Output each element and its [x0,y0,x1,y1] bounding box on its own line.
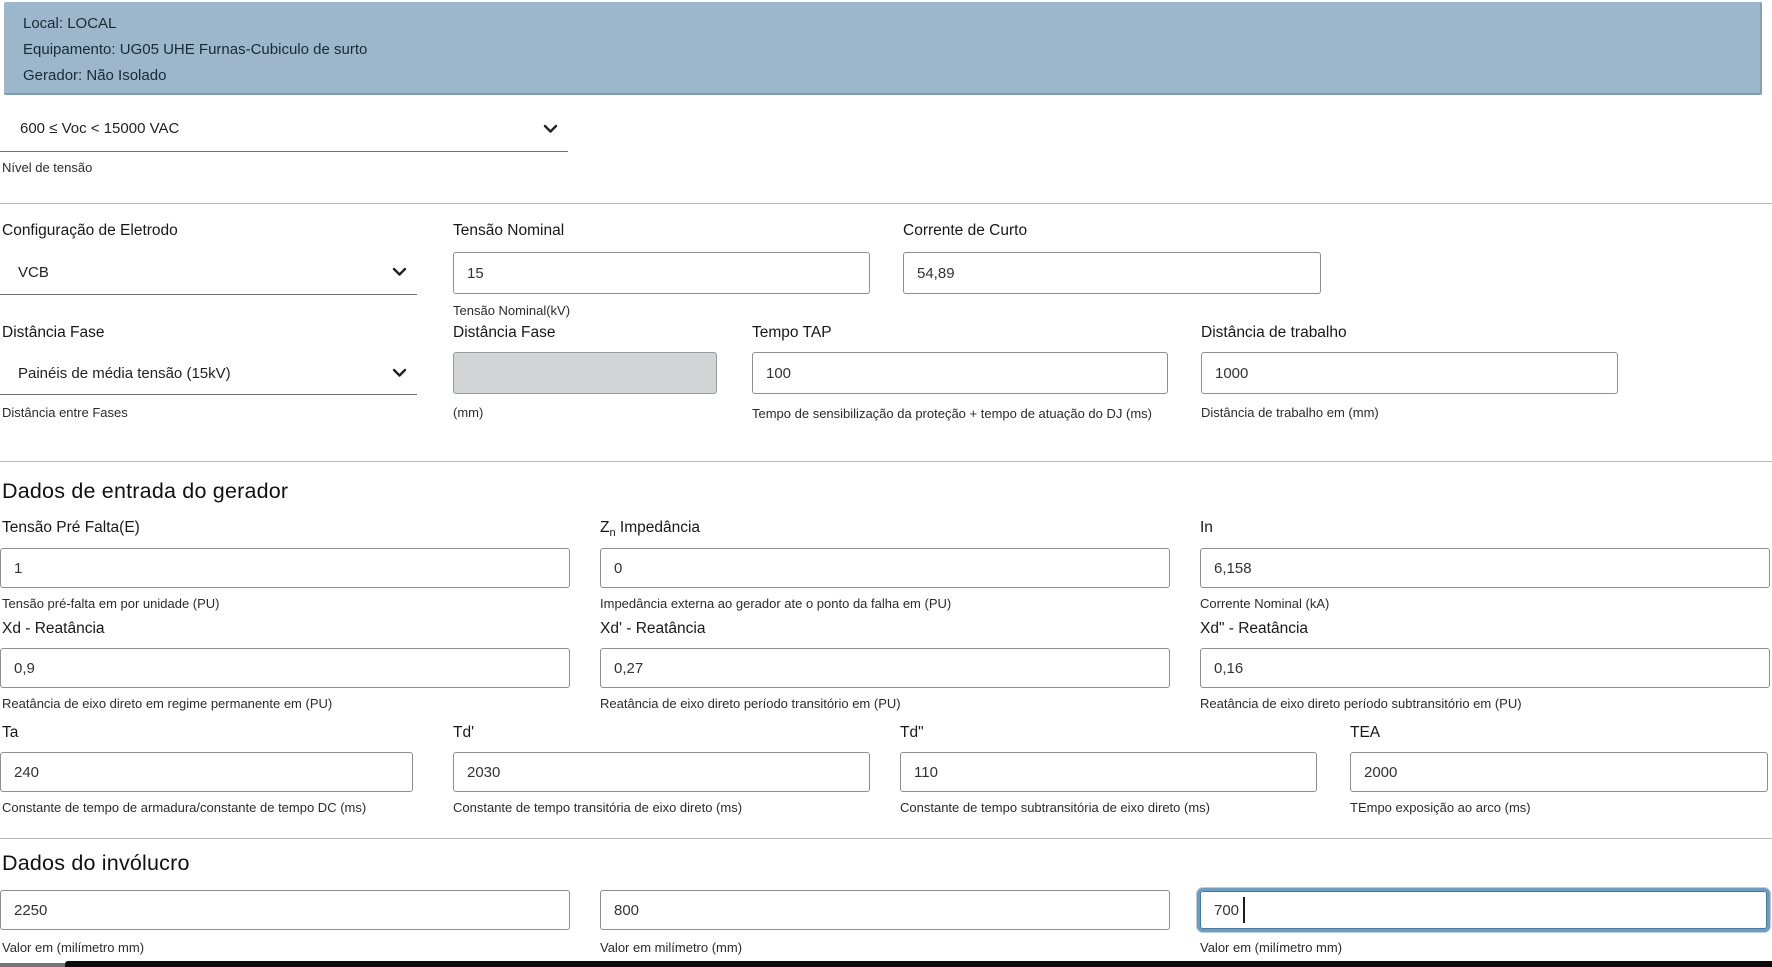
zn-impedance-label: Zn Impedância [600,519,701,540]
phase-distance-select-helper: Distância entre Fases [2,405,128,420]
chevron-down-icon [392,368,407,378]
enclosure-section-title: Dados do invólucro [2,851,190,875]
ta-input[interactable] [0,752,413,792]
electrode-config-selected: VCB [18,263,49,281]
nominal-voltage-input[interactable] [453,252,870,294]
bottom-bar [65,961,1772,967]
phase-distance-value-label: Distância Fase [453,324,556,341]
enclosure-dim3-helper: Valor em (milímetro mm) [1200,940,1343,955]
td-transient-input[interactable] [453,752,870,792]
phase-distance-selected: Painéis de média tensão (15kV) [18,364,231,382]
zn-impedance-helper: Impedância externa ao gerador ate o pont… [600,596,952,611]
equipment-line: Equipamento: UG05 UHE Furnas-Cubiculo de… [23,41,368,58]
equipment-info-panel: Local: LOCAL Equipamento: UG05 UHE Furna… [4,2,1762,95]
xd-helper: Reatância de eixo direto em regime perma… [2,696,333,711]
tea-input[interactable] [1350,752,1768,792]
zn-impedance-input[interactable] [600,548,1170,588]
tap-time-input[interactable] [752,352,1168,394]
tea-label: TEA [1350,724,1381,741]
phase-distance-select-label: Distância Fase [2,324,105,341]
short-circuit-label: Corrente de Curto [903,222,1028,239]
ta-helper: Constante de tempo de armadura/constante… [2,800,367,815]
chevron-down-icon [543,124,558,134]
working-distance-input[interactable] [1201,352,1618,394]
tap-time-helper: Tempo de sensibilização da proteção + te… [752,406,1152,421]
tea-helper: TEmpo exposição ao arco (ms) [1350,800,1531,815]
divider [0,203,1772,204]
chevron-down-icon [392,267,407,277]
generator-line: Gerador: Não Isolado [23,67,167,84]
xd-label: Xd - Reatância [2,620,105,637]
page: Local: LOCAL Equipamento: UG05 UHE Furna… [0,0,1772,967]
prefault-voltage-helper: Tensão pré-falta em por unidade (PU) [2,596,220,611]
phase-distance-value-helper: (mm) [453,405,484,420]
tap-time-label: Tempo TAP [752,324,832,341]
electrode-config-select[interactable]: VCB [0,250,417,295]
nominal-current-input[interactable] [1200,548,1770,588]
electrode-config-label: Configuração de Eletrodo [2,222,178,239]
enclosure-dim2-helper: Valor em milímetro (mm) [600,940,743,955]
enclosure-dim1-input[interactable] [0,890,570,930]
voltage-level-select[interactable]: 600 ≤ Voc < 15000 VAC [0,106,568,152]
xd-transient-helper: Reatância de eixo direto período transit… [600,696,901,711]
prefault-voltage-label: Tensão Pré Falta(E) [2,519,140,536]
xd-subtransient-helper: Reatância de eixo direto período subtran… [1200,696,1522,711]
working-distance-label: Distância de trabalho [1201,324,1347,341]
voltage-level-helper: Nível de tensão [2,160,93,175]
enclosure-dim2-input[interactable] [600,890,1170,930]
phase-distance-value-input[interactable] [453,352,717,394]
xd-transient-label: Xd' - Reatância [600,620,706,637]
bottom-bar-left-segment [0,963,65,967]
nominal-voltage-label: Tensão Nominal [453,222,565,239]
phase-distance-select[interactable]: Painéis de média tensão (15kV) [0,352,417,395]
ta-label: Ta [2,724,19,741]
working-distance-helper: Distância de trabalho em (mm) [1201,405,1379,420]
xd-subtransient-input[interactable] [1200,648,1770,688]
xd-subtransient-label: Xd" - Reatância [1200,620,1309,637]
enclosure-dim3-input[interactable] [1197,888,1770,932]
prefault-voltage-input[interactable] [0,548,570,588]
short-circuit-input[interactable] [903,252,1321,294]
td-transient-helper: Constante de tempo transitória de eixo d… [453,800,743,815]
td-subtransient-helper: Constante de tempo subtransitória de eix… [900,800,1210,815]
td-subtransient-input[interactable] [900,752,1317,792]
xd-input[interactable] [0,648,570,688]
voltage-level-selected: 600 ≤ Voc < 15000 VAC [20,120,180,137]
td-subtransient-label: Td" [900,724,924,741]
divider [0,461,1772,462]
text-cursor [1243,897,1245,923]
enclosure-dim1-helper: Valor em (milímetro mm) [2,940,145,955]
generator-section-title: Dados de entrada do gerador [2,479,289,503]
nominal-current-helper: Corrente Nominal (kA) [1200,596,1330,611]
td-transient-label: Td' [453,724,475,741]
nominal-current-label: In [1200,519,1213,536]
divider [0,838,1772,839]
nominal-voltage-helper: Tensão Nominal(kV) [453,303,571,318]
xd-transient-input[interactable] [600,648,1170,688]
local-line: Local: LOCAL [23,15,117,32]
